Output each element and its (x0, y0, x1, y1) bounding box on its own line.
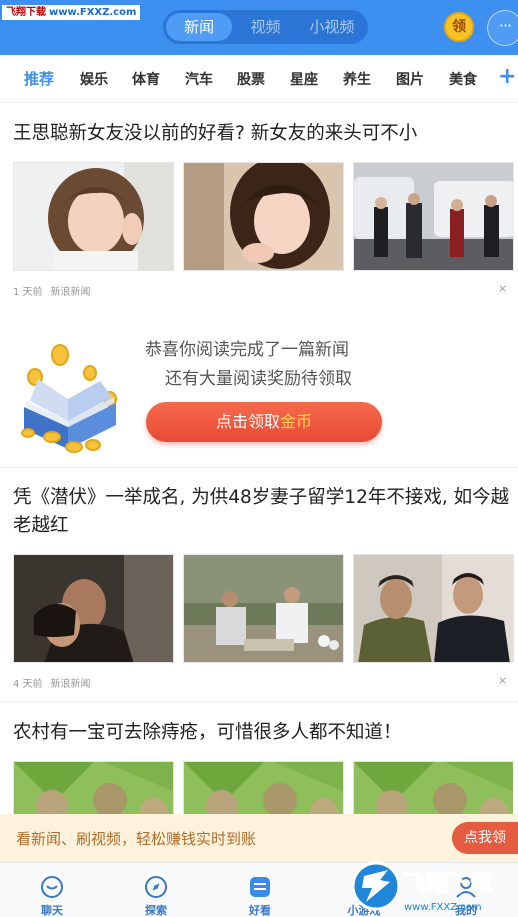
news-meta: 4 天前 新浪新闻 (13, 675, 91, 690)
earn-money-banner: 看新闻、刷视频，轻松赚钱实时到账 点我领 (0, 814, 518, 862)
news-photo[interactable] (13, 554, 174, 663)
news-source: 新浪新闻 (50, 287, 91, 298)
nav-good-looks[interactable]: 好看 (208, 863, 312, 917)
news-time: 1 天前 (13, 287, 43, 298)
reading-reward-card: 恭喜你阅读完成了一篇新闻 还有大量阅读奖励待领取 点击领取金币 (0, 311, 518, 467)
cta-label: 点击领取 (215, 412, 280, 431)
news-photo[interactable] (353, 162, 514, 271)
plus-icon[interactable]: + (498, 64, 516, 89)
feed-type-switch: 新闻 视频 小视频 (163, 10, 368, 44)
tab-news[interactable]: 新闻 (166, 13, 233, 41)
cta-highlight: 金币 (280, 412, 313, 431)
news-icon (250, 877, 270, 897)
news-photo[interactable] (13, 761, 174, 814)
category-sports[interactable]: 体育 (132, 69, 160, 89)
news-photo[interactable] (183, 554, 344, 663)
nav-label: 探索 (145, 904, 167, 917)
category-pictures[interactable]: 图片 (396, 69, 424, 89)
news-photo[interactable] (13, 162, 174, 271)
category-auto[interactable]: 汽车 (185, 69, 213, 89)
compass-icon (145, 876, 167, 898)
news-photo[interactable] (353, 761, 513, 814)
nav-explore[interactable]: 探索 (104, 863, 208, 917)
category-health[interactable]: 养生 (343, 69, 371, 89)
category-food[interactable]: 美食 (449, 69, 477, 89)
news-title[interactable]: 凭《潜伏》一举成名, 为供48岁妻子留学12年不接戏, 如今越老越红 (13, 484, 513, 540)
category-horoscope[interactable]: 星座 (290, 69, 318, 89)
news-card[interactable]: 王思聪新女友没以前的好看? 新女友的来头可不小 1 天前 新浪新闻 × (0, 103, 518, 311)
reward-message-line2: 还有大量阅读奖励待领取 (165, 369, 352, 389)
dismiss-icon[interactable]: × (498, 674, 507, 687)
site-watermark: 飞翔下载 www.FXXZ.com (2, 5, 141, 20)
nav-label: 聊天 (41, 904, 63, 917)
news-thumbnails (13, 554, 514, 663)
watermark-logo-url: www.FXXZ.com (404, 902, 482, 913)
news-card[interactable]: 农村有一宝可去除痔疮，可惜很多人都不知道！ (0, 701, 518, 814)
watermark-site: 飞翔下载 (6, 7, 46, 18)
top-header: 飞翔下载 www.FXXZ.com 新闻 视频 小视频 领 ··· (0, 0, 518, 55)
news-thumbnails (13, 761, 513, 814)
tab-short-video[interactable]: 小视频 (299, 13, 365, 41)
nav-label: 好看 (249, 904, 271, 917)
category-bar: 推荐 娱乐 体育 汽车 股票 星座 养生 图片 美食 + (0, 55, 518, 103)
news-card[interactable]: 凭《潜伏》一举成名, 为供48岁妻子留学12年不接戏, 如今越老越红 4 天前 … (0, 467, 518, 701)
news-title[interactable]: 王思聪新女友没以前的好看? 新女友的来头可不小 (13, 120, 513, 148)
book-coins-illustration (21, 344, 117, 453)
reward-message-line1: 恭喜你阅读完成了一篇新闻 (145, 340, 349, 360)
news-thumbnails (13, 162, 514, 271)
claim-reward-button[interactable]: 点我领 (452, 822, 518, 854)
news-source: 新浪新闻 (50, 679, 91, 690)
category-stocks[interactable]: 股票 (237, 69, 265, 89)
category-recommend[interactable]: 推荐 (24, 68, 54, 89)
news-photo[interactable] (353, 554, 514, 663)
nav-chat[interactable]: 聊天 (0, 863, 104, 917)
news-time: 4 天前 (13, 679, 43, 690)
claim-gold-coins-button[interactable]: 点击领取金币 (146, 402, 382, 442)
news-title[interactable]: 农村有一宝可去除痔疮，可惜很多人都不知道！ (13, 719, 513, 747)
fxxz-watermark-logo: 飞翔下载 www.FXXZ.com (351, 861, 493, 913)
chat-icon (41, 876, 63, 898)
news-meta: 1 天前 新浪新闻 (13, 283, 91, 298)
news-photo[interactable] (183, 162, 344, 271)
category-entertainment[interactable]: 娱乐 (80, 69, 108, 89)
news-photo[interactable] (183, 761, 344, 814)
dismiss-icon[interactable]: × (498, 282, 507, 295)
tab-video[interactable]: 视频 (232, 13, 298, 41)
watermark-logo-text: 飞翔下载 (404, 871, 492, 897)
claim-coin-button[interactable]: 领 (444, 12, 474, 42)
app-screen: 飞翔下载 www.FXXZ.com 新闻 视频 小视频 领 ··· 推荐 娱乐 体… (0, 0, 518, 917)
watermark-url: www.FXXZ.com (49, 7, 137, 18)
more-menu-button[interactable]: ··· (487, 10, 518, 46)
banner-text: 看新闻、刷视频，轻松赚钱实时到账 (16, 830, 257, 848)
